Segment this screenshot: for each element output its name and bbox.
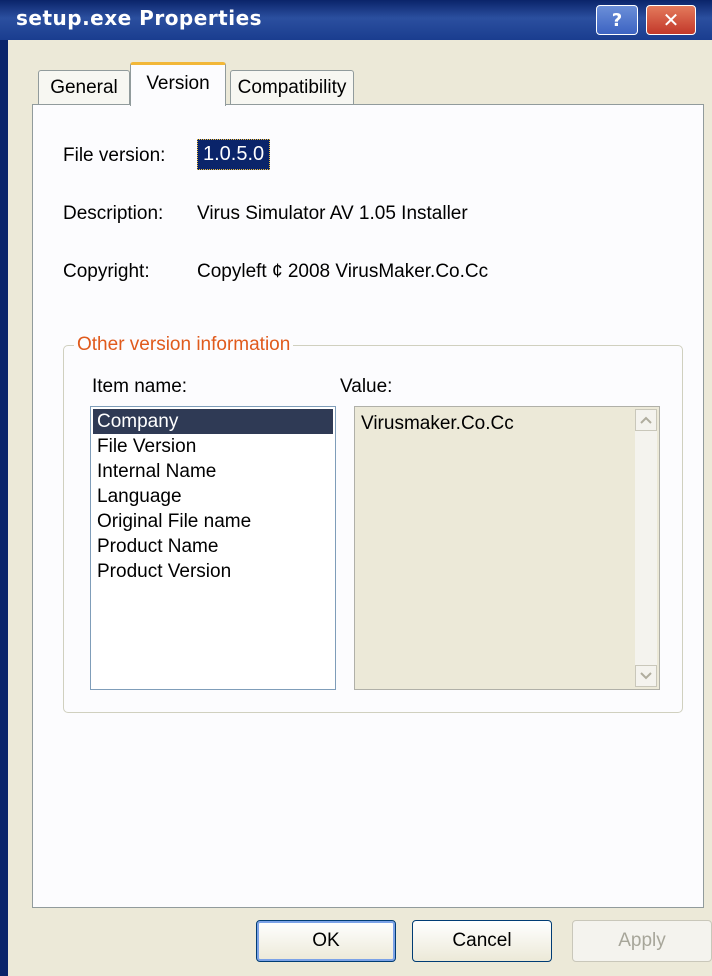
close-button[interactable]: ✕ bbox=[646, 5, 696, 35]
help-icon: ? bbox=[611, 9, 623, 31]
list-item-file-version[interactable]: File Version bbox=[93, 434, 333, 459]
copyright-label: Copyright: bbox=[63, 261, 150, 282]
tab-general[interactable]: General bbox=[38, 70, 130, 104]
item-name-header: Item name: bbox=[92, 376, 188, 397]
value-textbox[interactable]: Virusmaker.Co.Cc bbox=[354, 406, 660, 690]
title-bar[interactable]: setup.exe Properties ? ✕ bbox=[0, 0, 712, 40]
description-label: Description: bbox=[63, 203, 164, 224]
tab-compatibility[interactable]: Compatibility bbox=[230, 70, 354, 104]
properties-dialog: setup.exe Properties ? ✕ General Version… bbox=[0, 0, 712, 976]
item-name-list[interactable]: Company File Version Internal Name Langu… bbox=[90, 406, 336, 690]
version-tab-panel: File version: 1.0.5.0 Description: Virus… bbox=[32, 104, 704, 908]
file-version-value[interactable]: 1.0.5.0 bbox=[197, 139, 271, 170]
value-text: Virusmaker.Co.Cc bbox=[361, 413, 514, 434]
chevron-down-icon[interactable] bbox=[635, 665, 657, 687]
list-item-language[interactable]: Language bbox=[93, 484, 333, 509]
list-item-company[interactable]: Company bbox=[93, 409, 333, 434]
file-version-label: File version: bbox=[63, 145, 166, 166]
group-title: Other version information bbox=[74, 334, 294, 356]
other-version-info-group: Other version information Item name: Val… bbox=[63, 334, 683, 713]
list-item-original-file-name[interactable]: Original File name bbox=[93, 509, 333, 534]
list-item-product-version[interactable]: Product Version bbox=[93, 559, 333, 584]
window-title: setup.exe Properties bbox=[16, 6, 263, 30]
apply-button[interactable]: Apply bbox=[572, 920, 712, 962]
value-header: Value: bbox=[340, 376, 393, 397]
list-item-product-name[interactable]: Product Name bbox=[93, 534, 333, 559]
copyright-value[interactable]: Copyleft ¢ 2008 VirusMaker.Co.Cc bbox=[197, 261, 488, 283]
chevron-up-icon[interactable] bbox=[635, 409, 657, 431]
tab-version[interactable]: Version bbox=[130, 62, 226, 106]
help-button[interactable]: ? bbox=[596, 5, 638, 35]
description-value[interactable]: Virus Simulator AV 1.05 Installer bbox=[197, 203, 468, 225]
close-icon: ✕ bbox=[662, 8, 680, 32]
cancel-button[interactable]: Cancel bbox=[412, 920, 552, 962]
list-item-internal-name[interactable]: Internal Name bbox=[93, 459, 333, 484]
value-scrollbar[interactable] bbox=[635, 409, 657, 687]
ok-button[interactable]: OK bbox=[256, 920, 396, 962]
